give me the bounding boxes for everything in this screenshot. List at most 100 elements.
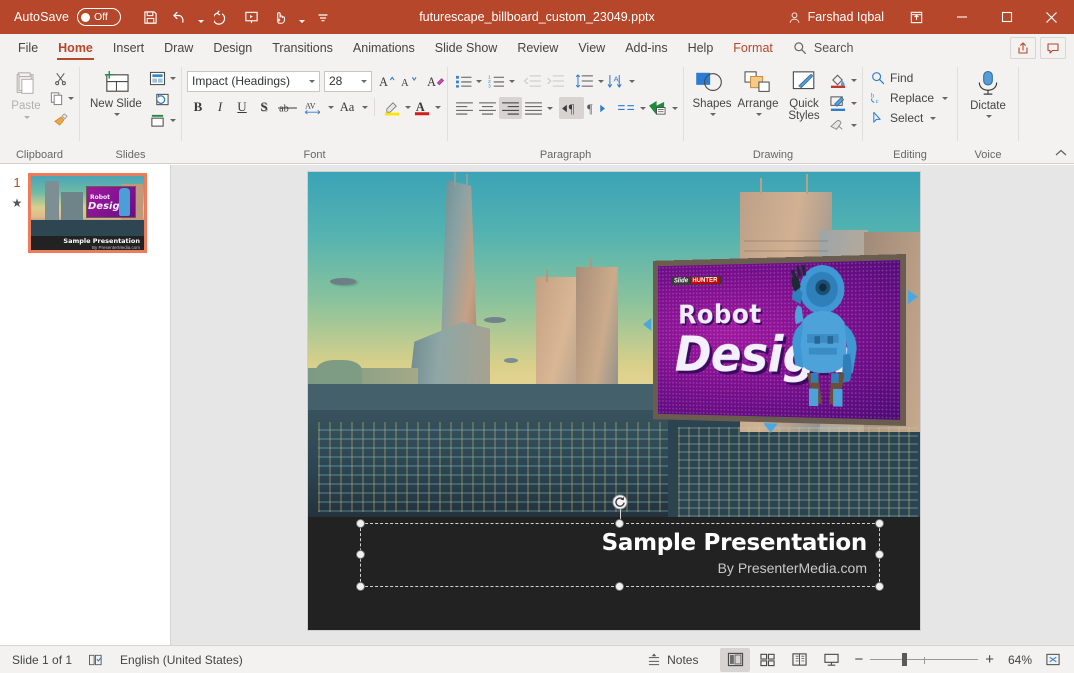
shape-outline-dropdown-icon[interactable] [851,101,857,105]
autosave-toggle[interactable]: Off [77,8,122,26]
billboard-object[interactable]: Slide HUNTER Robot Design [642,254,918,434]
strikethrough-button[interactable]: ab [275,96,300,118]
start-slideshow-icon[interactable] [238,4,264,30]
columns-button[interactable] [615,97,638,119]
underline-button[interactable]: U [231,96,253,118]
layout-button[interactable] [147,69,168,88]
tab-insert[interactable]: Insert [103,34,154,62]
close-button[interactable] [1029,0,1074,34]
italic-button[interactable]: I [209,96,231,118]
format-painter-button[interactable] [47,109,74,128]
align-right-button[interactable] [499,97,522,119]
reading-view-button[interactable] [784,648,814,672]
convert-to-smartart-button[interactable] [646,97,670,119]
increase-indent-button[interactable] [544,70,567,92]
change-case-dropdown-icon[interactable] [362,105,368,109]
selected-text-box[interactable]: Sample Presentation By PresenterMedia.co… [356,494,884,591]
zoom-slider-thumb[interactable] [902,653,908,666]
resize-handle-top-left[interactable] [356,519,365,528]
touch-mouse-dropdown-icon[interactable] [296,4,307,30]
autosave-control[interactable]: AutoSave Off [14,8,122,26]
account-info[interactable]: Farshad Iqbal [788,10,884,24]
select-dropdown-icon[interactable] [930,116,937,120]
bullets-dropdown-icon[interactable] [476,79,482,83]
justify-dropdown-icon[interactable] [547,106,553,110]
tab-view[interactable]: View [568,34,615,62]
text-direction-dropdown-icon[interactable] [629,79,635,83]
shape-fill-button[interactable] [827,70,849,90]
shapes-button[interactable]: Shapes [689,67,735,119]
section-dropdown-icon[interactable] [169,119,176,122]
paste-button[interactable]: Paste [5,67,47,122]
undo-dropdown-icon[interactable] [195,4,206,30]
resize-handle-middle-left[interactable] [356,550,365,559]
layout-dropdown-icon[interactable] [169,77,176,80]
zoom-slider-track[interactable] [870,653,979,667]
copy-button[interactable] [47,89,66,108]
zoom-level-label[interactable]: 64% [1002,653,1032,667]
dictate-button[interactable]: Dictate [965,67,1011,121]
search-box[interactable]: Search [783,34,864,62]
replace-dropdown-icon[interactable] [942,96,948,100]
slide-thumbnail-pane[interactable]: 1 ★ Robot Design Sample Presentation By … [0,165,171,645]
justify-button[interactable] [522,97,545,119]
font-name-dropdown-icon[interactable] [305,79,319,83]
shapes-dropdown-icon[interactable] [710,113,716,116]
slide-canvas-pane[interactable]: Slide HUNTER Robot Design Sample Present… [171,165,1074,645]
maximize-button[interactable] [984,0,1029,34]
resize-handle-top-right[interactable] [875,519,884,528]
shape-fill-dropdown-icon[interactable] [851,78,857,82]
zoom-in-button[interactable]: + [985,652,994,667]
text-direction-button[interactable]: A [604,70,627,92]
reset-button[interactable] [147,90,176,109]
tab-draw[interactable]: Draw [154,34,203,62]
copy-dropdown-icon[interactable] [68,97,74,100]
language-indicator[interactable]: English (United States) [112,648,251,672]
undo-icon[interactable] [166,4,192,30]
text-highlight-color-button[interactable] [381,96,403,118]
ltr-text-direction-button[interactable]: ¶ [559,97,584,119]
zoom-out-button[interactable]: − [854,652,863,667]
tab-add-ins[interactable]: Add-ins [615,34,677,62]
slide-sorter-view-button[interactable] [752,648,782,672]
tab-slide-show[interactable]: Slide Show [425,34,508,62]
redo-icon[interactable] [209,4,235,30]
normal-view-button[interactable] [720,647,751,672]
numbering-dropdown-icon[interactable] [509,79,515,83]
find-button[interactable]: Find [868,69,952,87]
tab-review[interactable]: Review [507,34,568,62]
tab-help[interactable]: Help [678,34,724,62]
character-spacing-button[interactable]: AV [300,96,326,118]
shape-outline-button[interactable] [827,93,849,113]
replace-button[interactable]: bc Replace [868,89,940,107]
notes-button[interactable]: Notes [639,648,706,672]
change-case-button[interactable]: Aa [334,96,360,118]
ribbon-display-options-icon[interactable] [894,0,939,34]
font-size-combobox[interactable]: 28 [324,70,372,92]
paste-dropdown-icon[interactable] [24,116,30,119]
new-slide-dropdown-icon[interactable] [113,113,120,116]
tab-format[interactable]: Format [723,34,783,62]
new-slide-button[interactable]: New Slide [85,67,147,119]
rotation-handle[interactable] [612,494,628,510]
section-button[interactable] [147,111,168,130]
align-center-button[interactable] [476,97,499,119]
slide-show-button[interactable] [816,648,846,672]
resize-handle-bottom-center[interactable] [615,582,624,591]
accessibility-checker-icon[interactable] [80,648,112,672]
font-color-button[interactable]: A [411,96,433,118]
select-button[interactable]: Select [868,109,940,127]
increase-font-size-button[interactable]: A [376,70,398,92]
bullets-button[interactable] [453,70,474,92]
tab-transitions[interactable]: Transitions [262,34,343,62]
share-button[interactable] [1010,37,1036,59]
customize-qat-icon[interactable] [310,4,336,30]
cut-button[interactable] [47,69,74,88]
tab-design[interactable]: Design [203,34,262,62]
comments-button[interactable] [1040,37,1066,59]
rtl-text-direction-button[interactable]: ¶ [584,97,609,119]
font-color-dropdown-icon[interactable] [435,105,441,109]
align-left-button[interactable] [453,97,476,119]
dictate-dropdown-icon[interactable] [986,115,992,118]
collapse-ribbon-button[interactable] [1054,147,1068,159]
